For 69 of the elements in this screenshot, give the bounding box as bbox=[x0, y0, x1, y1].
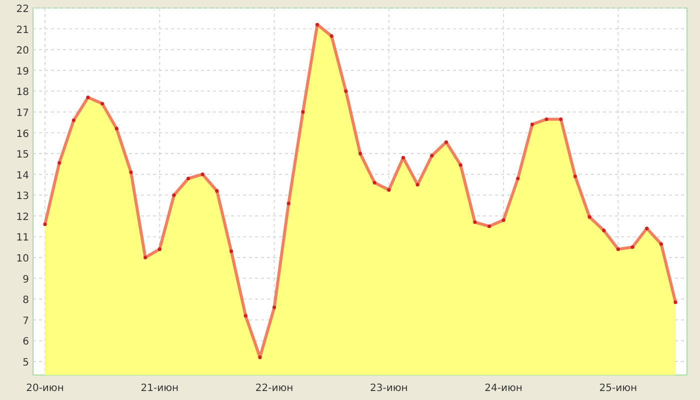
data-point bbox=[372, 180, 376, 184]
y-tick-label: 22 bbox=[16, 4, 29, 15]
data-point bbox=[114, 126, 118, 130]
data-point bbox=[144, 256, 148, 260]
data-point bbox=[72, 118, 76, 122]
data-point bbox=[172, 193, 176, 197]
y-tick-label: 8 bbox=[22, 295, 29, 306]
y-tick-label: 6 bbox=[22, 336, 29, 348]
x-tick-label: 22-июн bbox=[255, 383, 294, 394]
data-point bbox=[301, 110, 305, 114]
data-point bbox=[129, 170, 133, 174]
data-point bbox=[158, 247, 162, 251]
x-tick-label: 21-июн bbox=[140, 383, 179, 394]
data-point bbox=[659, 242, 663, 246]
data-point bbox=[473, 220, 477, 224]
data-point bbox=[616, 247, 620, 251]
y-tick-label: 19 bbox=[16, 66, 29, 78]
data-point bbox=[43, 222, 47, 226]
data-point bbox=[315, 22, 320, 26]
y-tick-label: 11 bbox=[16, 232, 29, 244]
data-point bbox=[559, 117, 563, 122]
data-point bbox=[444, 140, 448, 144]
y-tick-label: 9 bbox=[22, 274, 29, 286]
data-point bbox=[630, 245, 634, 249]
data-point bbox=[358, 152, 362, 156]
x-tick-label: 25-июн bbox=[599, 383, 638, 394]
data-point bbox=[200, 172, 204, 176]
data-point bbox=[244, 314, 248, 318]
data-point bbox=[416, 182, 420, 187]
y-tick-label: 13 bbox=[16, 191, 29, 202]
x-tick-label: 23-июн bbox=[370, 383, 408, 394]
y-tick-label: 12 bbox=[16, 212, 29, 223]
y-tick-label: 20 bbox=[16, 46, 29, 57]
data-point bbox=[487, 224, 492, 228]
data-point bbox=[272, 306, 276, 310]
y-tick-label: 14 bbox=[16, 170, 29, 182]
data-point bbox=[330, 34, 334, 38]
y-tick-label: 21 bbox=[16, 24, 29, 36]
y-tick-label: 17 bbox=[16, 108, 29, 119]
data-point bbox=[502, 218, 506, 222]
data-point bbox=[258, 356, 262, 360]
y-tick-label: 5 bbox=[22, 357, 29, 368]
data-point bbox=[186, 176, 190, 180]
data-point bbox=[573, 174, 577, 178]
data-point bbox=[430, 154, 434, 158]
data-point bbox=[588, 215, 592, 219]
data-point bbox=[458, 163, 462, 167]
y-tick-label: 10 bbox=[16, 254, 29, 265]
data-point bbox=[86, 96, 90, 100]
y-tick-label: 18 bbox=[16, 87, 29, 98]
x-tick-label: 20-июн bbox=[26, 383, 64, 394]
y-tick-label: 7 bbox=[22, 316, 29, 327]
data-point bbox=[58, 161, 62, 165]
data-point bbox=[286, 202, 290, 206]
data-point bbox=[530, 122, 534, 126]
data-point bbox=[215, 189, 219, 193]
data-point bbox=[674, 300, 678, 304]
data-point bbox=[645, 226, 649, 230]
y-tick-label: 15 bbox=[16, 150, 29, 161]
data-point bbox=[602, 228, 606, 232]
data-point bbox=[516, 176, 520, 180]
data-point bbox=[387, 188, 391, 192]
y-tick-label: 16 bbox=[16, 128, 29, 140]
data-point bbox=[401, 156, 406, 160]
data-point bbox=[544, 117, 548, 122]
data-point bbox=[229, 249, 234, 254]
data-point bbox=[344, 89, 348, 93]
x-tick-label: 24-июн bbox=[484, 383, 522, 394]
data-point bbox=[100, 102, 104, 106]
